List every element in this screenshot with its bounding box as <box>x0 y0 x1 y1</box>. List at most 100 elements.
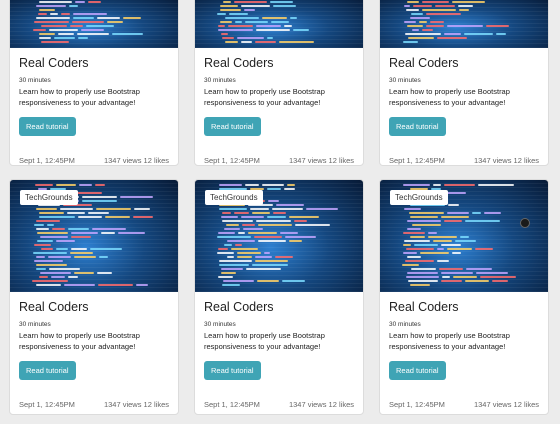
code-line <box>475 248 493 250</box>
code-line <box>79 184 92 186</box>
code-line <box>39 216 76 218</box>
code-line <box>254 260 289 262</box>
tutorial-card-grid: Real Coders 30 minutes Learn how to prop… <box>0 0 560 424</box>
code-line <box>220 33 228 35</box>
code-line <box>435 5 456 7</box>
read-tutorial-button[interactable]: Read tutorial <box>204 361 261 380</box>
code-line <box>402 184 431 186</box>
code-line <box>64 284 95 286</box>
code-line <box>56 240 75 242</box>
code-line <box>404 21 416 23</box>
code-line <box>87 1 102 3</box>
card-thumbnail: TechGrounds <box>380 180 548 292</box>
read-tutorial-button[interactable]: Read tutorial <box>19 117 76 136</box>
tutorial-card[interactable]: TechGrounds Real Coders 30 minutes Learn… <box>379 179 549 415</box>
tutorial-card[interactable]: TechGrounds Real Coders 30 minutes Learn… <box>9 179 179 415</box>
code-line <box>285 236 317 238</box>
code-line <box>41 25 67 27</box>
code-line <box>288 240 302 242</box>
code-line <box>406 272 438 274</box>
code-line <box>233 1 267 3</box>
card-date: Sept 1, 12:45PM <box>204 400 260 409</box>
code-line <box>452 1 485 3</box>
code-line <box>443 184 476 186</box>
code-line <box>403 41 419 43</box>
code-line <box>254 236 283 238</box>
code-line <box>410 284 431 286</box>
code-line <box>68 5 78 7</box>
code-line <box>222 1 231 3</box>
code-line <box>73 256 96 258</box>
card-stats: 1347 views 12 likes <box>103 400 169 409</box>
code-line <box>35 208 57 210</box>
code-line <box>284 25 292 27</box>
read-tutorial-button[interactable]: Read tutorial <box>389 361 446 380</box>
code-line <box>58 33 74 35</box>
code-line <box>255 25 282 27</box>
code-line <box>33 244 52 246</box>
code-line <box>98 256 109 258</box>
code-line <box>35 268 47 270</box>
card-stats: 1347 views 12 likes <box>288 156 354 165</box>
card-description: Learn how to properly use Bootstrap resp… <box>389 87 510 107</box>
card-description: Learn how to properly use Bootstrap resp… <box>204 331 325 351</box>
card-duration: 30 minutes <box>19 321 51 328</box>
code-line <box>257 224 293 226</box>
code-line <box>222 280 255 282</box>
code-line <box>218 276 233 278</box>
tutorial-card[interactable]: Real Coders 30 minutes Learn how to prop… <box>9 0 179 166</box>
code-line <box>220 216 238 218</box>
tutorial-card[interactable]: TechGrounds Real Coders 30 minutes Learn… <box>194 179 364 415</box>
code-line <box>433 240 452 242</box>
code-line <box>257 280 279 282</box>
code-line <box>40 272 71 274</box>
code-line <box>451 252 461 254</box>
read-tutorial-button[interactable]: Read tutorial <box>389 117 446 136</box>
code-line <box>485 25 510 27</box>
code-line <box>218 25 226 27</box>
tutorial-card[interactable]: Real Coders 30 minutes Learn how to prop… <box>379 0 549 166</box>
code-line <box>39 1 72 3</box>
code-line <box>406 1 420 3</box>
code-line <box>36 5 66 7</box>
code-line <box>33 224 44 226</box>
code-line <box>407 280 438 282</box>
category-badge: TechGrounds <box>20 190 78 205</box>
code-line <box>438 268 463 270</box>
code-line <box>133 208 150 210</box>
code-line <box>220 272 237 274</box>
code-line <box>405 9 420 11</box>
code-line <box>47 256 71 258</box>
card-meta: Sept 1, 12:45PM 1347 views 12 likes <box>204 156 354 165</box>
code-line <box>267 216 287 218</box>
card-thumbnail <box>380 0 548 48</box>
code-line <box>406 220 441 222</box>
code-line <box>70 248 87 250</box>
code-line <box>119 196 153 198</box>
tutorial-card[interactable]: Real Coders 30 minutes Learn how to prop… <box>194 0 364 166</box>
code-line <box>261 184 284 186</box>
code-line <box>448 204 460 206</box>
code-line <box>465 280 489 282</box>
read-tutorial-button[interactable]: Read tutorial <box>204 117 261 136</box>
code-line <box>407 37 434 39</box>
code-line <box>46 224 54 226</box>
code-line <box>403 232 426 234</box>
code-line <box>295 224 331 226</box>
code-line <box>218 184 242 186</box>
code-line <box>218 232 236 234</box>
code-line <box>226 240 255 242</box>
code-line <box>91 228 127 230</box>
code-line <box>406 25 423 27</box>
code-line <box>269 1 293 3</box>
card-title: Real Coders <box>19 300 89 314</box>
code-line <box>248 232 277 234</box>
card-thumbnail: TechGrounds <box>10 180 178 292</box>
code-line <box>49 13 59 15</box>
code-line <box>234 212 249 214</box>
read-tutorial-button[interactable]: Read tutorial <box>19 361 76 380</box>
code-line <box>228 25 253 27</box>
code-line <box>34 21 70 23</box>
code-line <box>491 280 508 282</box>
code-line <box>35 220 61 222</box>
